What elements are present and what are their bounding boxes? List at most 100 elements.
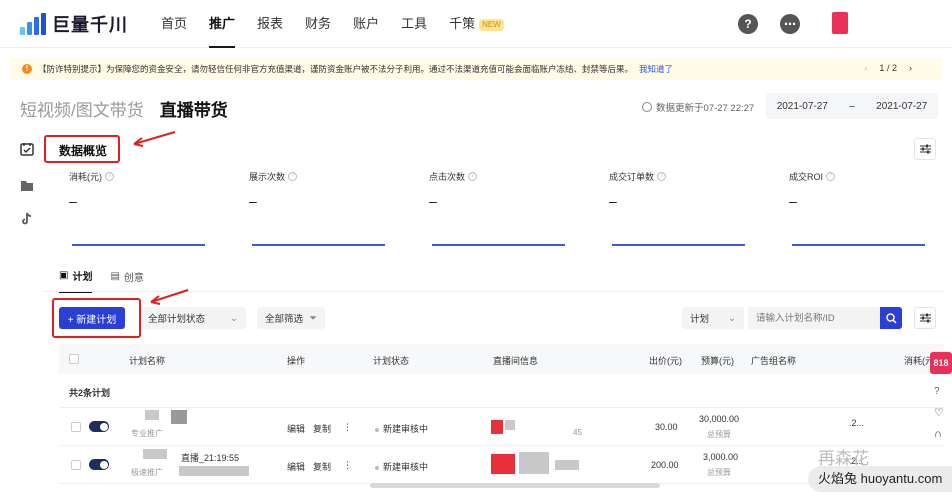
metric-orders[interactable]: 成交订单数? – [609, 170, 749, 246]
col-budget[interactable]: 预算(元) [701, 354, 734, 367]
brand-logo-icon [20, 13, 46, 35]
col-bid[interactable]: 出价(元) [649, 354, 682, 367]
calendar-check-icon[interactable] [20, 142, 34, 156]
tab-live-selling[interactable]: 直播带货 [160, 96, 228, 121]
tab-plan-label: 计划 [72, 272, 93, 283]
status-text: 新建审核中 [383, 424, 429, 434]
blurred-name [145, 410, 159, 420]
promo-badge[interactable]: 818 [930, 352, 952, 374]
overview-settings-button[interactable] [914, 138, 936, 160]
more-icon[interactable]: ⋮ [343, 460, 352, 471]
clock-icon [642, 102, 652, 112]
metric-value: – [429, 193, 437, 209]
table-settings-button[interactable] [914, 307, 936, 329]
col-status[interactable]: 计划状态 [373, 354, 409, 367]
tab-short-video[interactable]: 短视频/图文带货 [20, 96, 144, 121]
blurred-live-name [505, 420, 515, 430]
tab-plan[interactable]: ▣ 计划 [59, 268, 93, 293]
metric-impressions[interactable]: 展示次数? – [249, 170, 389, 246]
nav-qiance[interactable]: 千策 NEW [438, 0, 515, 48]
all-filters-button[interactable]: 全部筛选 ⏷ [257, 307, 325, 329]
metric-clicks[interactable]: 点击次数? – [429, 170, 569, 246]
plan-status: 新建审核中 [375, 460, 428, 473]
new-badge: NEW [479, 18, 504, 31]
folder-icon[interactable] [20, 178, 34, 192]
brand-name: 巨量千川 [52, 15, 128, 35]
nav-promotion[interactable]: 推广 [198, 0, 246, 48]
sliders-icon [919, 313, 931, 323]
copy-link[interactable]: 复制 [313, 422, 331, 435]
help-circle-icon[interactable]: ? [934, 386, 940, 397]
headset-icon[interactable]: ∩ [934, 428, 942, 440]
plan-toggle[interactable] [89, 421, 109, 432]
callout-arrow-overview [133, 131, 176, 147]
metric-sparkline [252, 244, 385, 246]
nav-home[interactable]: 首页 [150, 0, 198, 48]
table-header: 计划名称 操作 计划状态 直播间信息 出价(元) 预算(元) 广告组名称 消耗(… [59, 344, 944, 374]
row-checkbox[interactable] [71, 422, 81, 432]
nav-finance[interactable]: 财务 [294, 0, 342, 48]
feedback-icon[interactable]: ♡ [934, 406, 944, 419]
metric-sparkline [72, 244, 205, 246]
callout-box-overview [44, 135, 120, 163]
plan-status: 新建审核中 [375, 422, 428, 435]
tab-creative[interactable]: ▤ 创意 [110, 268, 143, 293]
copy-link[interactable]: 复制 [313, 460, 331, 473]
nav-account[interactable]: 账户 [342, 0, 390, 48]
search-type-select[interactable]: 计划 ⌄ [682, 307, 744, 329]
budget-value: 3,000.00 [703, 452, 739, 462]
tab-creative-label: 创意 [123, 273, 144, 284]
edit-link[interactable]: 编辑 [287, 460, 305, 473]
blurred-name [171, 410, 187, 424]
nav-reports[interactable]: 报表 [246, 0, 294, 48]
plan-status-select[interactable]: 全部计划状态 ⌄ [140, 307, 246, 329]
search-icon [885, 312, 897, 324]
status-dot [375, 465, 379, 470]
metric-label: 成交ROI [789, 172, 824, 182]
fraud-notice-bar: ! 【防诈特别提示】为保障您的资金安全，请勿轻信任何非官方充值渠道，谨防资金账户… [10, 58, 942, 80]
row-checkbox[interactable] [71, 460, 81, 470]
metric-roi[interactable]: 成交ROI? – [789, 170, 929, 246]
help-circle-icon[interactable]: ? [105, 172, 114, 181]
help-circle-icon[interactable]: ? [657, 172, 667, 181]
date-range-picker[interactable]: 2021-07-27 – 2021-07-27 [766, 93, 938, 119]
search-button[interactable] [880, 307, 902, 329]
brand-logo[interactable]: 巨量千川 [20, 12, 128, 36]
chevron-down-icon: ⌄ [728, 312, 736, 324]
blurred-live-id [555, 460, 579, 470]
live-room-avatar [491, 454, 515, 474]
notice-dismiss-link[interactable]: 我知道了 [639, 63, 673, 75]
table-row[interactable]: 专业推广 编辑 复制 ⋮ 新建审核中 45 30.00 30,000.00 总预… [59, 408, 944, 446]
blurred-name [143, 449, 167, 459]
bid-value: 30.00 [655, 422, 678, 432]
avatar[interactable] [832, 12, 848, 34]
metric-sparkline [612, 244, 745, 246]
help-circle-icon[interactable]: ? [288, 172, 298, 181]
plan-name-suffix[interactable]: 直播_21:19:55 [181, 451, 239, 464]
metric-label: 成交订单数 [609, 172, 655, 182]
update-text: 数据更新于07-27 22:27 [656, 103, 755, 114]
help-icon[interactable]: ? [738, 14, 758, 34]
message-icon[interactable]: ⋯ [780, 14, 800, 34]
notice-page-total: 2 [891, 63, 897, 73]
plan-search-input[interactable] [748, 307, 880, 329]
metric-value: – [69, 193, 77, 209]
budget-label: 总预算 [707, 430, 731, 439]
edit-link[interactable]: 编辑 [287, 422, 305, 435]
nav-tools[interactable]: 工具 [390, 0, 438, 48]
tiktok-icon[interactable] [20, 212, 34, 226]
more-icon[interactable]: ⋮ [343, 422, 352, 433]
budget-value: 30,000.00 [699, 414, 740, 424]
select-all-checkbox[interactable] [69, 354, 79, 364]
col-plan-name[interactable]: 计划名称 [129, 354, 165, 367]
chevron-left-icon[interactable]: ‹ [864, 63, 867, 73]
plan-toggle[interactable] [89, 459, 109, 470]
metric-label: 展示次数 [249, 172, 286, 182]
metric-value: – [609, 193, 617, 209]
help-circle-icon[interactable]: ? [826, 172, 836, 181]
metric-spend[interactable]: 消耗(元)? – [69, 170, 209, 246]
group-name[interactable]: .2... [849, 418, 864, 428]
chevron-right-icon[interactable]: › [909, 63, 912, 73]
table-horizontal-scrollbar[interactable] [370, 483, 660, 488]
help-circle-icon[interactable]: ? [468, 172, 478, 181]
